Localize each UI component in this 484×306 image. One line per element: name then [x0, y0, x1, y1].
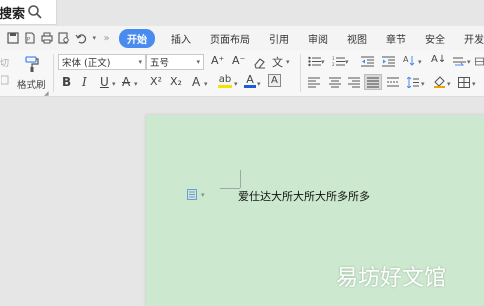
highlight-label: ab: [218, 74, 232, 85]
format-painter-label[interactable]: 格式刷: [17, 77, 46, 91]
watermark-text: 易坊好文馆: [336, 266, 447, 291]
print-icon[interactable]: [40, 30, 55, 46]
margin-corner-mark: [240, 170, 241, 188]
font-size-select[interactable]: 五号 ▾: [146, 54, 204, 70]
chevron-down-icon[interactable]: ▾: [134, 80, 138, 88]
italic-button[interactable]: I: [82, 75, 87, 89]
tab-review[interactable]: 审阅: [308, 31, 328, 46]
svg-text:P: P: [27, 37, 30, 43]
tab-security[interactable]: 安全: [425, 31, 445, 46]
font-color-label: A: [246, 73, 254, 86]
align-center-icon[interactable]: [328, 76, 342, 88]
svg-text:2: 2: [332, 62, 335, 67]
font-size-value: 五号: [150, 58, 170, 69]
chevron-down-icon[interactable]: ▾: [447, 80, 451, 88]
save-icon[interactable]: [6, 30, 21, 46]
chevron-down-icon[interactable]: ▾: [418, 58, 422, 66]
chevron-down-icon: ▾: [201, 190, 205, 199]
chevron-down-icon[interactable]: ▾: [467, 58, 471, 66]
clear-format-icon[interactable]: [252, 55, 266, 69]
quick-access-bar: P ▾ » 开始 插入 页面布局 引用 审阅 视图 章节 安全 开发: [0, 26, 484, 50]
chevron-down-icon[interactable]: ▾: [286, 58, 290, 66]
more-icon[interactable]: »: [100, 30, 113, 46]
ribbon-home: 切 格式刷 ◢ 宋体 (正文) ▾ 五号 ▾ A⁺ A⁻ 文 ▾ B I U ▾…: [0, 50, 484, 97]
chevron-down-icon[interactable]: ▾: [112, 80, 116, 88]
chevron-down-icon: ▾: [196, 58, 200, 66]
chevron-down-icon[interactable]: ▾: [345, 58, 349, 66]
corner-mark: ◢: [44, 90, 49, 97]
strikethrough-button[interactable]: A: [122, 75, 130, 89]
margin-corner-mark: [220, 188, 240, 189]
tab-view[interactable]: 视图: [347, 31, 367, 46]
table-icon[interactable]: [475, 55, 484, 67]
grow-font-button[interactable]: A⁺: [211, 54, 224, 67]
search-box[interactable]: 搜索: [0, 0, 57, 25]
chevron-down-icon[interactable]: ▾: [421, 80, 425, 88]
chinese-layout-icon[interactable]: A: [403, 54, 417, 67]
search-label: 搜索: [0, 6, 26, 22]
numbered-list-icon[interactable]: 12: [331, 55, 345, 67]
line-spacing-icon[interactable]: [406, 76, 420, 88]
shrink-font-button[interactable]: A⁻: [232, 54, 245, 67]
distributed-align-icon[interactable]: [386, 76, 400, 88]
format-painter-icon[interactable]: [22, 54, 42, 74]
chevron-down-icon[interactable]: ▾: [321, 58, 325, 66]
superscript-button[interactable]: X²: [150, 75, 162, 88]
align-right-icon[interactable]: [347, 76, 361, 88]
highlight-button[interactable]: ab: [218, 74, 232, 88]
paste-options-icon[interactable]: [0, 74, 10, 86]
tab-insert[interactable]: 插入: [171, 31, 191, 46]
chevron-down-icon[interactable]: ▾: [234, 80, 238, 88]
align-left-icon[interactable]: [307, 76, 321, 88]
chevron-down-icon[interactable]: ▾: [472, 80, 476, 88]
svg-text:A: A: [403, 55, 409, 64]
chevron-down-icon[interactable]: ▾: [204, 80, 208, 88]
font-color-bar: [244, 85, 256, 88]
svg-text:1: 1: [332, 56, 335, 61]
export-pdf-icon[interactable]: P: [23, 30, 38, 46]
increase-indent-icon[interactable]: [381, 55, 395, 67]
chevron-down-icon: ▾: [138, 58, 142, 66]
divider: [53, 54, 54, 92]
underline-button[interactable]: U: [100, 75, 109, 89]
print-preview-icon[interactable]: [57, 30, 72, 46]
font-effect-button[interactable]: A: [192, 75, 200, 89]
tab-page-layout[interactable]: 页面布局: [210, 31, 250, 46]
paragraph-layout-icon[interactable]: ▾: [187, 189, 205, 200]
subscript-button[interactable]: X₂: [170, 75, 182, 88]
chevron-down-icon[interactable]: ▾: [257, 80, 261, 88]
borders-icon[interactable]: [457, 76, 471, 88]
tab-developer[interactable]: 开发: [464, 31, 484, 46]
search-icon[interactable]: [27, 4, 43, 20]
tab-home[interactable]: 开始: [119, 28, 156, 48]
document-body-text[interactable]: 爱仕达大所大所大所多所多: [238, 188, 370, 204]
undo-icon[interactable]: [74, 30, 89, 46]
tab-section[interactable]: 章节: [386, 31, 406, 46]
highlight-color-bar: [218, 85, 232, 88]
font-name-value: 宋体 (正文): [62, 58, 111, 69]
bold-button[interactable]: B: [62, 75, 71, 89]
shading-icon[interactable]: [432, 76, 446, 88]
font-name-select[interactable]: 宋体 (正文) ▾: [58, 54, 146, 70]
phonetic-guide-button[interactable]: 文: [272, 54, 283, 70]
bullet-list-icon[interactable]: [307, 55, 321, 67]
sort-icon[interactable]: A↓: [431, 54, 446, 65]
justify-icon[interactable]: [364, 74, 382, 90]
decrease-indent-icon[interactable]: [360, 55, 374, 67]
undo-dropdown-icon[interactable]: ▾: [91, 30, 98, 46]
cut-button[interactable]: 切: [0, 56, 9, 69]
tab-references[interactable]: 引用: [269, 31, 289, 46]
font-color-button[interactable]: A: [244, 74, 256, 88]
char-border-button[interactable]: A: [268, 74, 281, 87]
divider: [300, 54, 301, 92]
show-marks-icon[interactable]: [452, 55, 466, 67]
